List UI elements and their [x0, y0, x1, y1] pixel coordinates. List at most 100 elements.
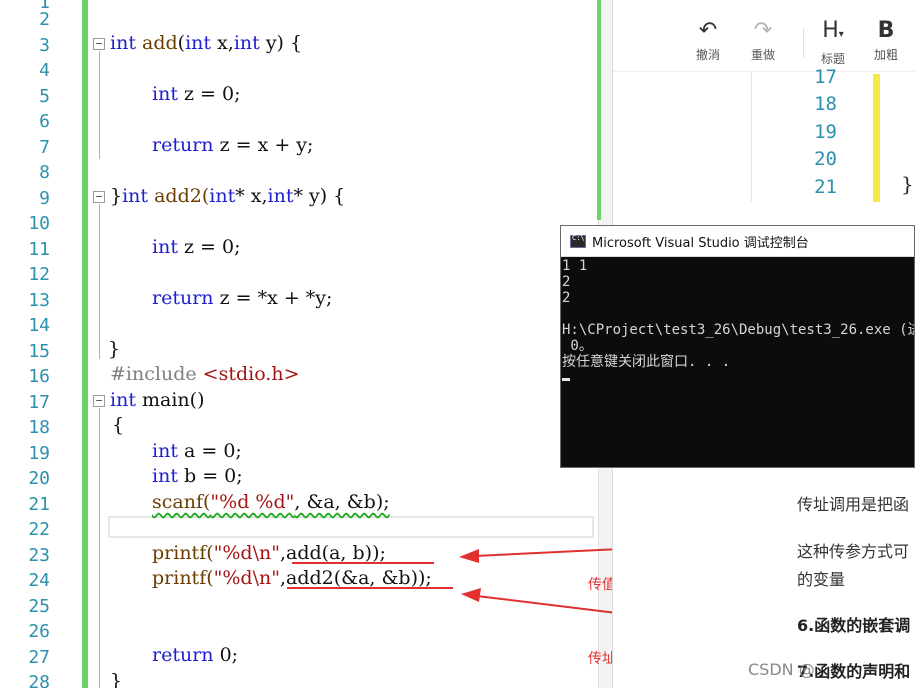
- keyword: return: [152, 644, 214, 666]
- code-line[interactable]: {: [112, 414, 124, 436]
- heading-label: 标题: [820, 52, 845, 66]
- keyword: int: [152, 440, 178, 462]
- keyword: int: [152, 236, 178, 258]
- line-number: 20: [28, 468, 50, 489]
- collapse-toggle-icon[interactable]: −: [93, 38, 105, 50]
- code-line[interactable]: int b = 0;: [152, 465, 243, 487]
- code-line[interactable]: printf("%d\n",add2(&a, &b));: [152, 567, 432, 589]
- line-number: 11: [28, 239, 50, 260]
- line-number: 17: [814, 66, 837, 88]
- code-text: ,add2(&a, &b));: [279, 567, 432, 589]
- red-underline: [287, 587, 453, 589]
- code-text: z = 0;: [177, 83, 241, 105]
- line-number: 20: [814, 148, 837, 170]
- heading-button[interactable]: H▾ 标题: [808, 18, 858, 67]
- bold-label: 加粗: [873, 48, 898, 62]
- keyword: return: [152, 134, 214, 156]
- article-paragraph[interactable]: 的变量: [797, 566, 845, 590]
- keyword: int: [267, 185, 294, 207]
- code-line[interactable]: int z = 0;: [152, 83, 241, 105]
- function-name: add2(: [148, 185, 210, 207]
- line-number: 22: [28, 519, 50, 540]
- code-line[interactable]: return z = *x + *y;: [152, 287, 332, 309]
- code-text: * x,: [235, 185, 268, 207]
- line-number: 24: [28, 570, 50, 591]
- code-text: main(): [135, 389, 205, 411]
- line-number: 13: [28, 290, 50, 311]
- console-line: 1 1: [562, 258, 588, 274]
- article-heading[interactable]: 6.函数的嵌套调: [797, 612, 910, 636]
- line-number: 3: [39, 35, 50, 56]
- current-line-highlight: [108, 516, 594, 538]
- redo-label: 重做: [750, 48, 775, 62]
- chevron-down-icon: ▾: [838, 29, 844, 40]
- fold-guide: [99, 51, 100, 159]
- code-text: }: [901, 172, 914, 196]
- string-literal: "%d\n": [213, 567, 280, 589]
- keyword: int: [152, 83, 178, 105]
- console-cursor: [562, 378, 570, 381]
- function-name: printf(: [152, 567, 214, 589]
- line-number: 27: [28, 647, 50, 668]
- keyword: int: [233, 32, 260, 54]
- code-line[interactable]: }int add2(int* x,int* y) {: [110, 185, 345, 207]
- collapse-toggle-icon[interactable]: −: [93, 395, 105, 407]
- code-text: y) {: [259, 32, 303, 54]
- code-line[interactable]: int main(): [110, 389, 204, 411]
- change-indicator-bar: [873, 74, 880, 202]
- code-line[interactable]: int add(int x,int y) {: [110, 32, 302, 54]
- code-line[interactable]: int a = 0;: [152, 440, 242, 462]
- code-text: z = x + y;: [213, 134, 314, 156]
- function-name: printf(: [152, 542, 214, 564]
- collapse-toggle-icon[interactable]: −: [93, 191, 105, 203]
- code-line[interactable]: return z = x + y;: [152, 134, 313, 156]
- console-line: 2: [562, 290, 571, 306]
- bold-icon: B: [877, 18, 895, 43]
- line-number: 19: [28, 443, 50, 464]
- line-number: 6: [39, 111, 50, 132]
- change-indicator-bar: [597, 0, 601, 220]
- line-number: 12: [28, 264, 50, 285]
- keyword: int: [209, 185, 236, 207]
- code-line[interactable]: }: [110, 670, 122, 688]
- code-text: z = 0;: [177, 236, 241, 258]
- function-name: add: [142, 32, 178, 54]
- code-text: (: [177, 32, 186, 54]
- line-number: 25: [28, 596, 50, 617]
- redo-button[interactable]: ↷ 重做: [738, 18, 788, 63]
- code-line[interactable]: return 0;: [152, 644, 238, 666]
- code-text: z = *x + *y;: [213, 287, 333, 309]
- code-line[interactable]: printf("%d\n",add(a, b));: [152, 542, 386, 564]
- arrow-head-icon: [461, 588, 481, 602]
- code-text: }: [110, 185, 123, 207]
- line-number: 14: [28, 315, 50, 336]
- red-underline: [292, 562, 434, 564]
- line-number: 10: [28, 213, 50, 234]
- code-text: ,add(a, b));: [279, 542, 386, 564]
- console-title-bar[interactable]: Microsoft Visual Studio 调试控制台: [561, 226, 914, 257]
- code-line[interactable]: int z = 0;: [152, 236, 241, 258]
- line-number: 7: [39, 137, 50, 158]
- code-line[interactable]: #include <stdio.h>: [110, 363, 300, 385]
- undo-label: 撤消: [695, 48, 720, 62]
- debug-console-window[interactable]: Microsoft Visual Studio 调试控制台 1 1 2 2 H:…: [560, 225, 915, 468]
- change-indicator-bar: [82, 0, 88, 688]
- code-line[interactable]: }: [108, 338, 120, 360]
- article-paragraph[interactable]: 这种传参方式可: [797, 538, 909, 562]
- bold-button[interactable]: B 加粗: [861, 18, 911, 63]
- code-text: , &a, &b);: [294, 491, 390, 513]
- fold-guide: [99, 204, 100, 359]
- line-number: 15: [28, 341, 50, 362]
- line-number: 18: [814, 93, 837, 115]
- line-number: 21: [28, 494, 50, 515]
- undo-button[interactable]: ↶ 撤消: [683, 18, 733, 63]
- console-line: 2: [562, 274, 571, 290]
- include-path: <stdio.h>: [196, 363, 300, 385]
- code-block-border: [751, 72, 752, 202]
- editor-toolbar: ↶ 撤消 ↷ 重做 H▾ 标题 B 加粗: [613, 0, 915, 72]
- article-paragraph[interactable]: 传址调用是把函: [797, 491, 909, 515]
- code-line-warning[interactable]: scanf("%d %d", &a, &b);: [152, 491, 390, 513]
- keyword: int: [110, 389, 136, 411]
- line-number: 16: [28, 366, 50, 387]
